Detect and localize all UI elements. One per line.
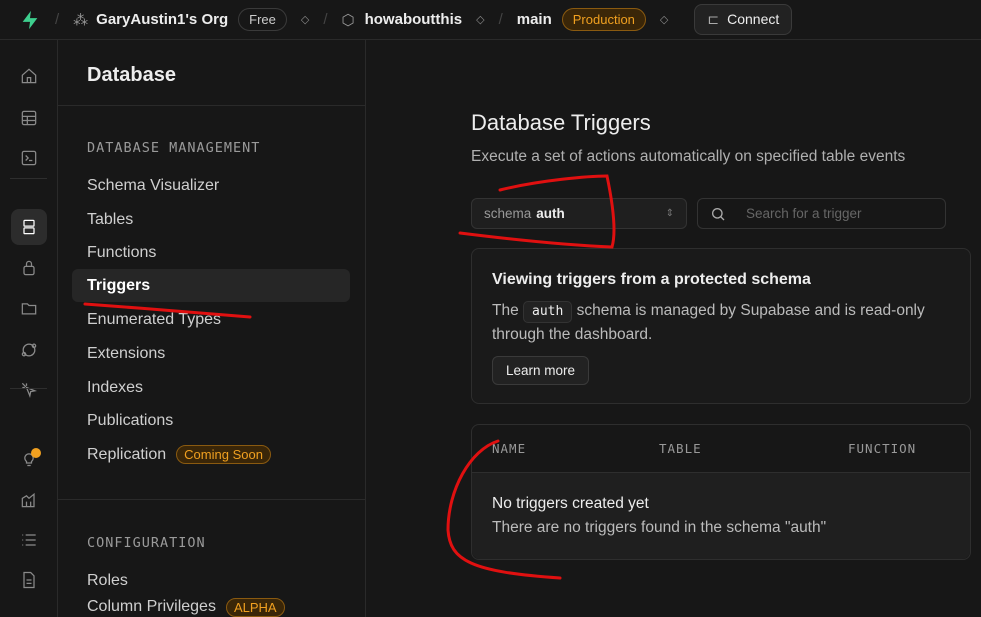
org-switcher-icon[interactable]: ◇ [301, 13, 309, 26]
menu-item-functions[interactable]: Functions [72, 236, 350, 269]
project-name[interactable]: howaboutthis [365, 11, 463, 28]
branch-switcher-icon[interactable]: ◇ [660, 13, 668, 26]
page-subtitle: Execute a set of actions automatically o… [471, 148, 906, 165]
menu-item-enumerated-types[interactable]: Enumerated Types [72, 303, 350, 336]
reports-icon[interactable] [11, 482, 47, 518]
plan-badge: Free [238, 8, 287, 31]
connect-button[interactable]: ⊏ Connect [694, 4, 793, 35]
docs-icon[interactable] [11, 562, 47, 598]
notification-dot [31, 448, 41, 458]
empty-description: There are no triggers found in the schem… [492, 518, 827, 536]
breadcrumb-separator: / [498, 11, 503, 28]
storage-icon[interactable] [11, 290, 47, 326]
menu-item-extensions[interactable]: Extensions [72, 337, 350, 370]
menu-item-schema-visualizer[interactable]: Schema Visualizer [72, 169, 350, 202]
column-name: NAME [492, 440, 527, 456]
menu-item-column-privileges[interactable]: Column Privileges ALPHA [72, 597, 350, 617]
org-name[interactable]: GaryAustin1's Org [96, 11, 228, 28]
sql-editor-icon[interactable] [11, 140, 47, 176]
empty-state: No triggers created yet There are no tri… [472, 472, 970, 559]
menu-item-tables[interactable]: Tables [72, 203, 350, 236]
section-configuration: CONFIGURATION [87, 535, 206, 551]
schema-select[interactable]: schema auth ⇕ [471, 198, 687, 229]
divider [10, 388, 47, 389]
divider [58, 499, 365, 500]
menu-item-triggers[interactable]: Triggers [72, 269, 350, 302]
chevrons-up-down-icon: ⇕ [665, 208, 674, 219]
database-icon[interactable] [11, 209, 47, 245]
home-icon[interactable] [11, 58, 47, 94]
notice-description: The auth schema is managed by Supabase a… [492, 301, 925, 343]
content-stack: Viewing triggers from a protected schema… [471, 248, 971, 560]
table-header: NAME TABLE FUNCTION [472, 425, 970, 473]
menu-item-publications[interactable]: Publications [72, 404, 350, 437]
search-icon [712, 207, 725, 220]
icon-rail [0, 40, 58, 617]
edge-functions-icon[interactable] [11, 372, 47, 408]
table-editor-icon[interactable] [11, 100, 47, 136]
breadcrumb-separator: / [55, 11, 60, 28]
menu-title: Database [58, 40, 365, 106]
divider [10, 178, 47, 179]
branch-name[interactable]: main [517, 11, 552, 28]
section-database-management: DATABASE MANAGEMENT [87, 140, 261, 156]
realtime-icon[interactable] [11, 332, 47, 368]
trigger-search-input[interactable]: Search for a trigger [697, 198, 946, 229]
plug-icon: ⊏ [707, 11, 720, 27]
breadcrumb-separator: / [323, 11, 328, 28]
env-badge: Production [561, 8, 646, 31]
alpha-badge: ALPHA [225, 597, 285, 617]
main-content: Database Triggers Execute a set of actio… [366, 40, 981, 617]
column-table: TABLE [659, 440, 702, 456]
menu-item-roles[interactable]: Roles [72, 564, 350, 597]
top-bar: / ⁂ GaryAustin1's Org Free ◇ / ⬡ howabou… [0, 0, 981, 40]
menu-item-replication[interactable]: Replication Coming Soon [72, 438, 350, 471]
triggers-table: NAME TABLE FUNCTION No triggers created … [471, 423, 971, 560]
project-switcher-icon[interactable]: ◇ [476, 13, 484, 26]
advisors-icon[interactable] [11, 440, 47, 476]
auth-icon[interactable] [11, 250, 47, 286]
logs-icon[interactable] [11, 522, 47, 558]
project-icon: ⬡ [341, 11, 355, 29]
column-function: FUNCTION [848, 440, 917, 456]
page-title: Database Triggers [471, 110, 651, 135]
learn-more-button[interactable]: Learn more [492, 355, 590, 385]
menu-item-indexes[interactable]: Indexes [72, 371, 350, 404]
notice-title: Viewing triggers from a protected schema [492, 271, 811, 288]
supabase-logo-icon[interactable] [19, 9, 41, 31]
empty-title: No triggers created yet [492, 494, 649, 512]
coming-soon-badge: Coming Soon [176, 445, 271, 464]
protected-schema-notice: Viewing triggers from a protected schema… [471, 248, 971, 404]
org-icon: ⁂ [73, 11, 89, 29]
database-menu: Database DATABASE MANAGEMENT Schema Visu… [58, 40, 366, 617]
